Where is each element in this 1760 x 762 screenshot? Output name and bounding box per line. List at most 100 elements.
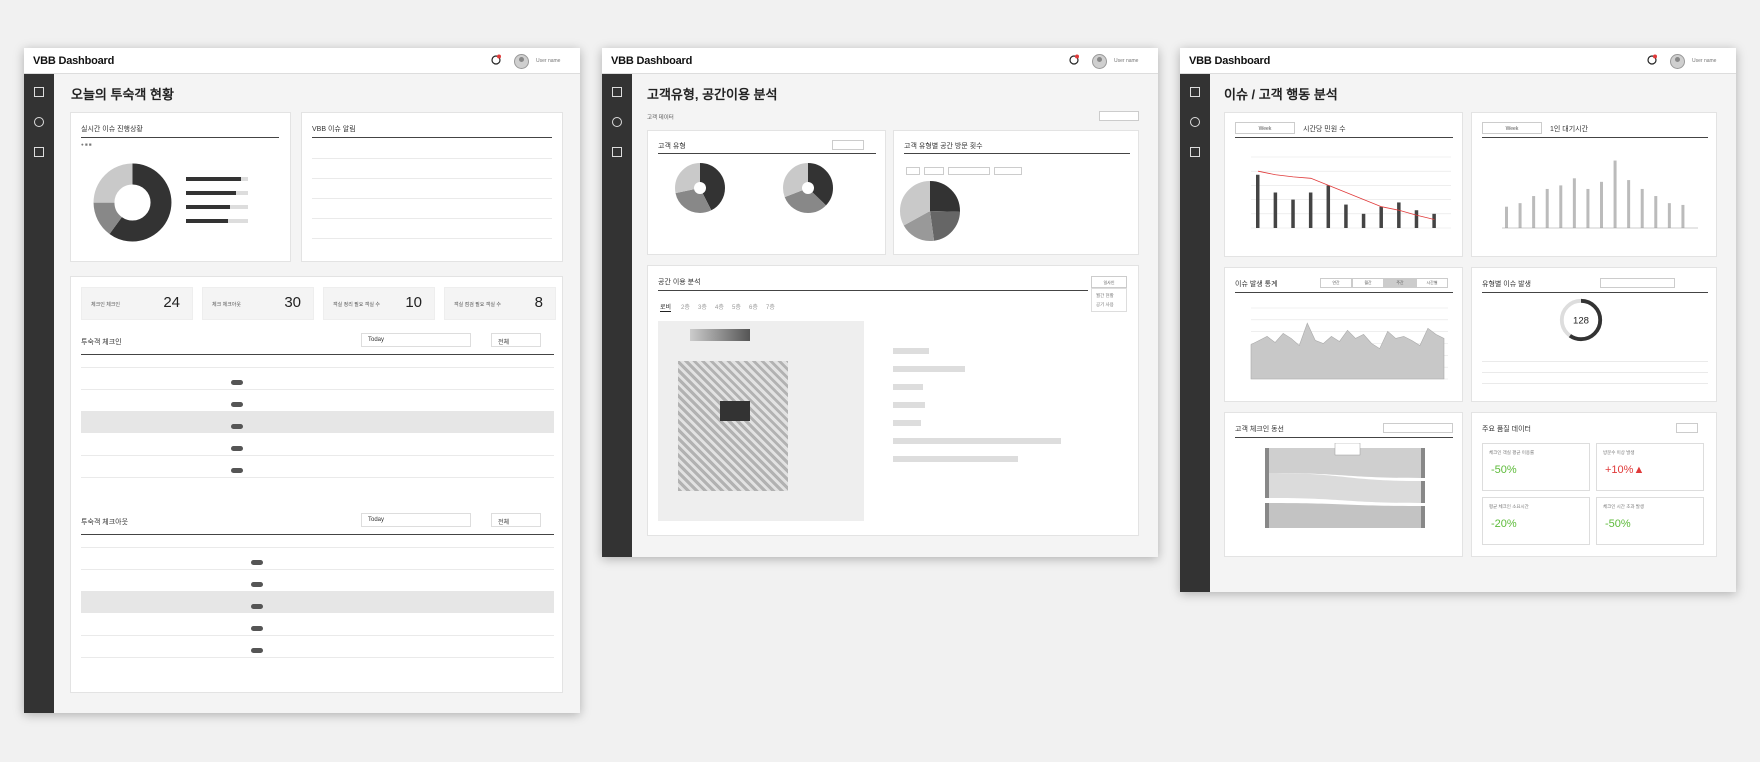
bar	[1518, 203, 1522, 228]
bar	[1397, 202, 1401, 228]
kpi-card: 객실 정리 필요 객실 수 10	[323, 287, 435, 320]
floor-plan-area	[678, 361, 788, 491]
screen-todays-guests: VBB Dashboard User name 오늘의 투숙객 현황 실시간 이…	[24, 48, 580, 713]
hbar	[893, 438, 1061, 444]
view-dropdown[interactable]: 일사인	[1091, 276, 1127, 288]
list-row[interactable]	[312, 178, 552, 179]
tab-floor[interactable]: 로비	[660, 302, 672, 312]
pie-chart-icon[interactable]	[34, 117, 44, 127]
kpi-value: 10	[405, 294, 422, 311]
card-checkin-flow: 고객 체크인 동선	[1224, 412, 1463, 557]
table-row[interactable]	[81, 569, 554, 570]
list-row[interactable]	[312, 198, 552, 199]
map-tooltip	[720, 401, 750, 421]
user-avatar[interactable]	[1092, 54, 1107, 69]
date-filter[interactable]: Today	[361, 513, 471, 527]
date-filter[interactable]: Today	[361, 333, 471, 347]
status-badge	[231, 424, 243, 429]
bar	[1600, 181, 1603, 228]
settings-button[interactable]	[1676, 423, 1698, 433]
brand-logo[interactable]: VBB Dashboard	[33, 55, 114, 67]
tab-period[interactable]: 연간	[1320, 278, 1352, 288]
notification-bell-icon[interactable]	[1069, 54, 1079, 66]
date-dropdown[interactable]	[1099, 111, 1139, 121]
table-row[interactable]	[81, 635, 554, 636]
list-row[interactable]	[312, 238, 552, 239]
divider	[658, 153, 876, 154]
user-name[interactable]: User name	[1114, 58, 1138, 64]
card-title: 1인 대기시간	[1550, 126, 1589, 133]
table-icon[interactable]	[34, 147, 44, 157]
type-filter[interactable]: 전체	[491, 333, 541, 347]
detail-button[interactable]	[832, 140, 864, 150]
tab-period[interactable]: 월간	[1352, 278, 1384, 288]
tab-floor[interactable]: 4층	[715, 302, 724, 311]
table-row[interactable]	[81, 455, 554, 456]
hourly-complaints-chart	[1251, 156, 1451, 229]
card-hourly-complaints: Week 시간당 민원 수	[1224, 112, 1463, 257]
filter-chip[interactable]	[924, 167, 944, 175]
dropdown-option[interactable]: 월간 현황	[1096, 293, 1114, 299]
filter-chip[interactable]	[906, 167, 920, 175]
notification-bell-icon[interactable]	[491, 54, 501, 66]
metric-value: -20%	[1491, 518, 1517, 530]
filter-chip[interactable]	[994, 167, 1022, 175]
period-select[interactable]: Week	[1235, 122, 1295, 134]
dropdown-option[interactable]: 공기 사용	[1096, 302, 1114, 308]
date-range-select[interactable]	[1383, 423, 1453, 433]
bar	[1414, 210, 1419, 228]
bar	[1627, 180, 1631, 228]
card-key-metrics: 주요 품질 데이터 체크인 객실 평균 이용률 -50% 방문수 이상 발생 +…	[1471, 412, 1717, 557]
pie-chart-icon[interactable]	[612, 117, 622, 127]
list-row[interactable]	[312, 218, 552, 219]
date-range-select[interactable]	[1600, 278, 1675, 288]
status-badge	[231, 402, 243, 407]
tab-floor[interactable]: 7층	[766, 302, 775, 311]
kpi-label: 체크인 체크인	[91, 302, 120, 308]
grid-icon[interactable]	[34, 87, 44, 97]
table-icon[interactable]	[612, 147, 622, 157]
sidebar	[24, 74, 54, 713]
table-row[interactable]	[81, 389, 554, 390]
grid-icon[interactable]	[1190, 87, 1200, 97]
divider	[312, 137, 552, 138]
kpi-label: 객실 점검 필요 객실 수	[454, 302, 501, 308]
brand-logo[interactable]: VBB Dashboard	[611, 55, 692, 67]
user-name[interactable]: User name	[536, 58, 560, 64]
grid-icon[interactable]	[612, 87, 622, 97]
tab-period[interactable]: 주간	[1384, 278, 1416, 288]
waiting-time-chart	[1502, 160, 1698, 229]
brand-logo[interactable]: VBB Dashboard	[1189, 55, 1270, 67]
hbar	[893, 420, 921, 426]
period-select[interactable]: Week	[1482, 122, 1542, 134]
hbar-chart	[893, 338, 1083, 462]
bar	[1572, 178, 1576, 228]
status-badge	[231, 446, 243, 451]
tab-period[interactable]: 시간별	[1416, 278, 1448, 288]
tab-floor[interactable]: 3층	[698, 302, 707, 311]
filter-chip[interactable]	[948, 167, 990, 175]
section-subtitle: 고객 데이터	[647, 115, 674, 121]
table-row[interactable]	[81, 477, 554, 478]
user-avatar[interactable]	[1670, 54, 1685, 69]
user-avatar[interactable]	[514, 54, 529, 69]
type-filter[interactable]: 전체	[491, 513, 541, 527]
list-row[interactable]	[312, 158, 552, 159]
divider	[1482, 292, 1708, 293]
table-icon[interactable]	[1190, 147, 1200, 157]
user-name[interactable]: User name	[1692, 58, 1716, 64]
pie-chart-icon[interactable]	[1190, 117, 1200, 127]
metric-label: 방문수 이상 발생	[1603, 450, 1635, 455]
issue-area-chart	[1250, 307, 1448, 380]
divider	[1482, 137, 1708, 138]
card-title: 이슈 발생 통계	[1235, 281, 1278, 288]
tab-floor[interactable]: 2층	[681, 302, 690, 311]
table-row[interactable]	[81, 657, 554, 658]
table-row-selected[interactable]	[81, 411, 554, 433]
floor-map[interactable]	[658, 321, 864, 521]
tab-floor[interactable]: 5층	[732, 302, 741, 311]
notification-bell-icon[interactable]	[1647, 54, 1657, 66]
table-row-selected[interactable]	[81, 591, 554, 613]
tab-floor[interactable]: 6층	[749, 302, 758, 311]
metric-label: 체크인 시간 초과 발생	[1603, 504, 1645, 509]
